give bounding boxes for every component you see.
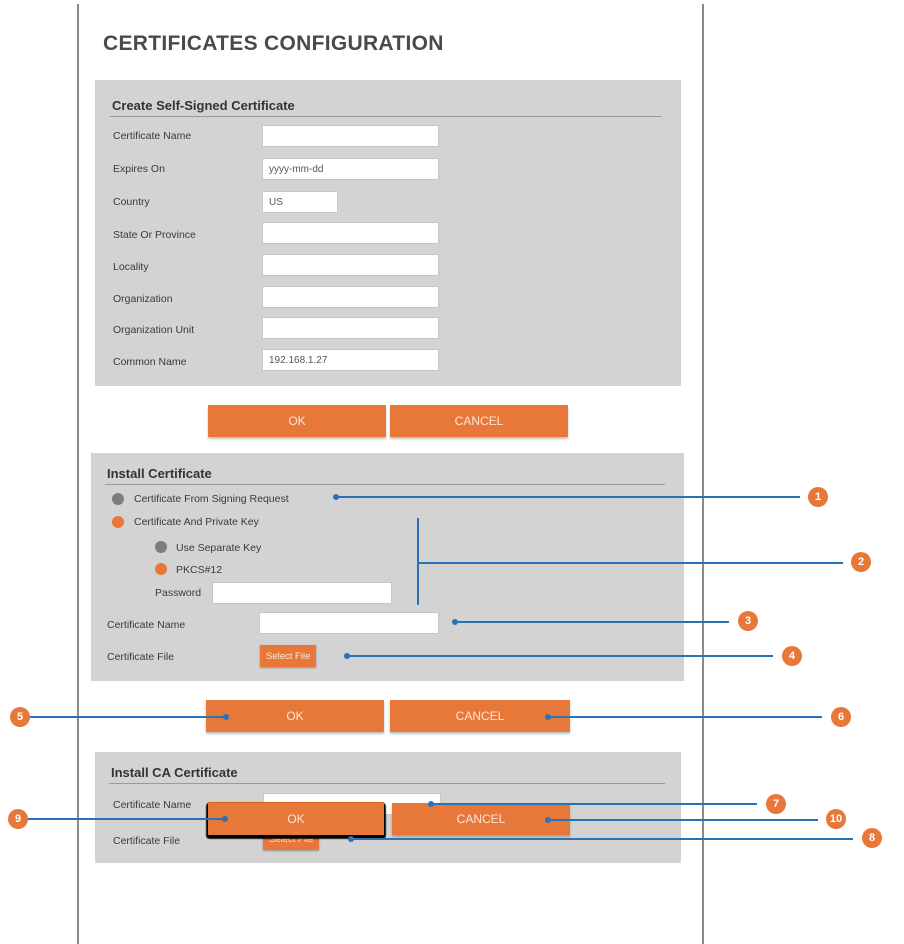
locality-input[interactable] (262, 254, 439, 276)
password-label: Password (155, 587, 202, 599)
callout-10-badge: 10 (826, 809, 846, 829)
field-label-locality: Locality (113, 261, 149, 273)
field-label-common-name: Common Name (113, 356, 187, 368)
install-certificate-title: Install Certificate (107, 466, 212, 481)
callout-9-badge: 9 (8, 809, 28, 829)
install-cert-name-input[interactable] (259, 612, 439, 634)
callout-6-line (548, 716, 822, 718)
callout-5-badge: 5 (10, 707, 30, 727)
ca-ok-button-visible[interactable]: OK (208, 803, 384, 835)
callout-7-badge: 7 (766, 794, 786, 814)
field-label-organization-unit: Organization Unit (113, 324, 195, 336)
option-separate-key-label: Use Separate Key (176, 542, 262, 554)
callout-8-badge: 8 (862, 828, 882, 848)
self-signed-title: Create Self-Signed Certificate (112, 98, 295, 113)
certificate-name-input[interactable] (262, 125, 439, 147)
callout-5-anchor (223, 714, 229, 720)
ca-cancel-button-visible[interactable]: CANCEL (392, 803, 570, 835)
organization-unit-input[interactable] (262, 317, 439, 339)
callout-6-badge: 6 (831, 707, 851, 727)
radio-private-key[interactable] (112, 516, 124, 528)
callout-3-line (455, 621, 729, 623)
callout-8-line (351, 838, 853, 840)
install-cert-select-file-button[interactable]: Select File (260, 645, 317, 667)
radio-signing-request[interactable] (112, 493, 124, 505)
country-input[interactable] (262, 191, 338, 213)
callout-9-anchor (222, 816, 228, 822)
page-title: CERTIFICATES CONFIGURATION (103, 32, 444, 55)
password-input[interactable] (212, 582, 392, 604)
install-certificate-divider (105, 484, 665, 485)
state-or-province-input[interactable] (262, 222, 439, 244)
callout-4-badge: 4 (782, 646, 802, 666)
option-private-key-label: Certificate And Private Key (134, 516, 259, 528)
radio-separate-key[interactable] (155, 541, 167, 553)
field-label-expires-on: Expires On (113, 163, 165, 175)
common-name-input[interactable] (262, 349, 439, 371)
callout-1-line (336, 496, 800, 498)
option-signing-request-label: Certificate From Signing Request (134, 493, 289, 505)
callout-4-line (347, 655, 773, 657)
organization-input[interactable] (262, 286, 439, 308)
self-signed-ok-button[interactable]: OK (208, 405, 386, 437)
install-cert-ok-button[interactable]: OK (206, 700, 384, 732)
install-ca-file-label: Certificate File (113, 835, 181, 847)
callout-9-line (28, 818, 224, 820)
field-label-country: Country (113, 196, 150, 208)
callout-2-badge: 2 (851, 552, 871, 572)
install-ca-name-label: Certificate Name (113, 799, 192, 811)
option-pkcs12-label: PKCS#12 (176, 564, 223, 576)
self-signed-divider (110, 116, 662, 117)
callout-3-badge: 3 (738, 611, 758, 631)
radio-pkcs12[interactable] (155, 563, 167, 575)
self-signed-cancel-button[interactable]: CANCEL (390, 405, 568, 437)
callout-10-line (548, 819, 818, 821)
callout-5-line (30, 716, 226, 718)
install-cert-name-label: Certificate Name (107, 619, 186, 631)
callout-1-badge: 1 (808, 487, 828, 507)
install-cert-file-label: Certificate File (107, 651, 175, 663)
field-label-certificate-name: Certificate Name (113, 130, 192, 142)
install-cert-cancel-button[interactable]: CANCEL (390, 700, 570, 732)
install-ca-title: Install CA Certificate (111, 765, 238, 780)
field-label-organization: Organization (113, 293, 173, 305)
callout-7-line (431, 803, 757, 805)
install-ca-divider (109, 783, 665, 784)
field-label-state-or-province: State Or Province (113, 229, 196, 241)
expires-on-input[interactable] (262, 158, 439, 180)
callout-2-line (417, 562, 843, 564)
